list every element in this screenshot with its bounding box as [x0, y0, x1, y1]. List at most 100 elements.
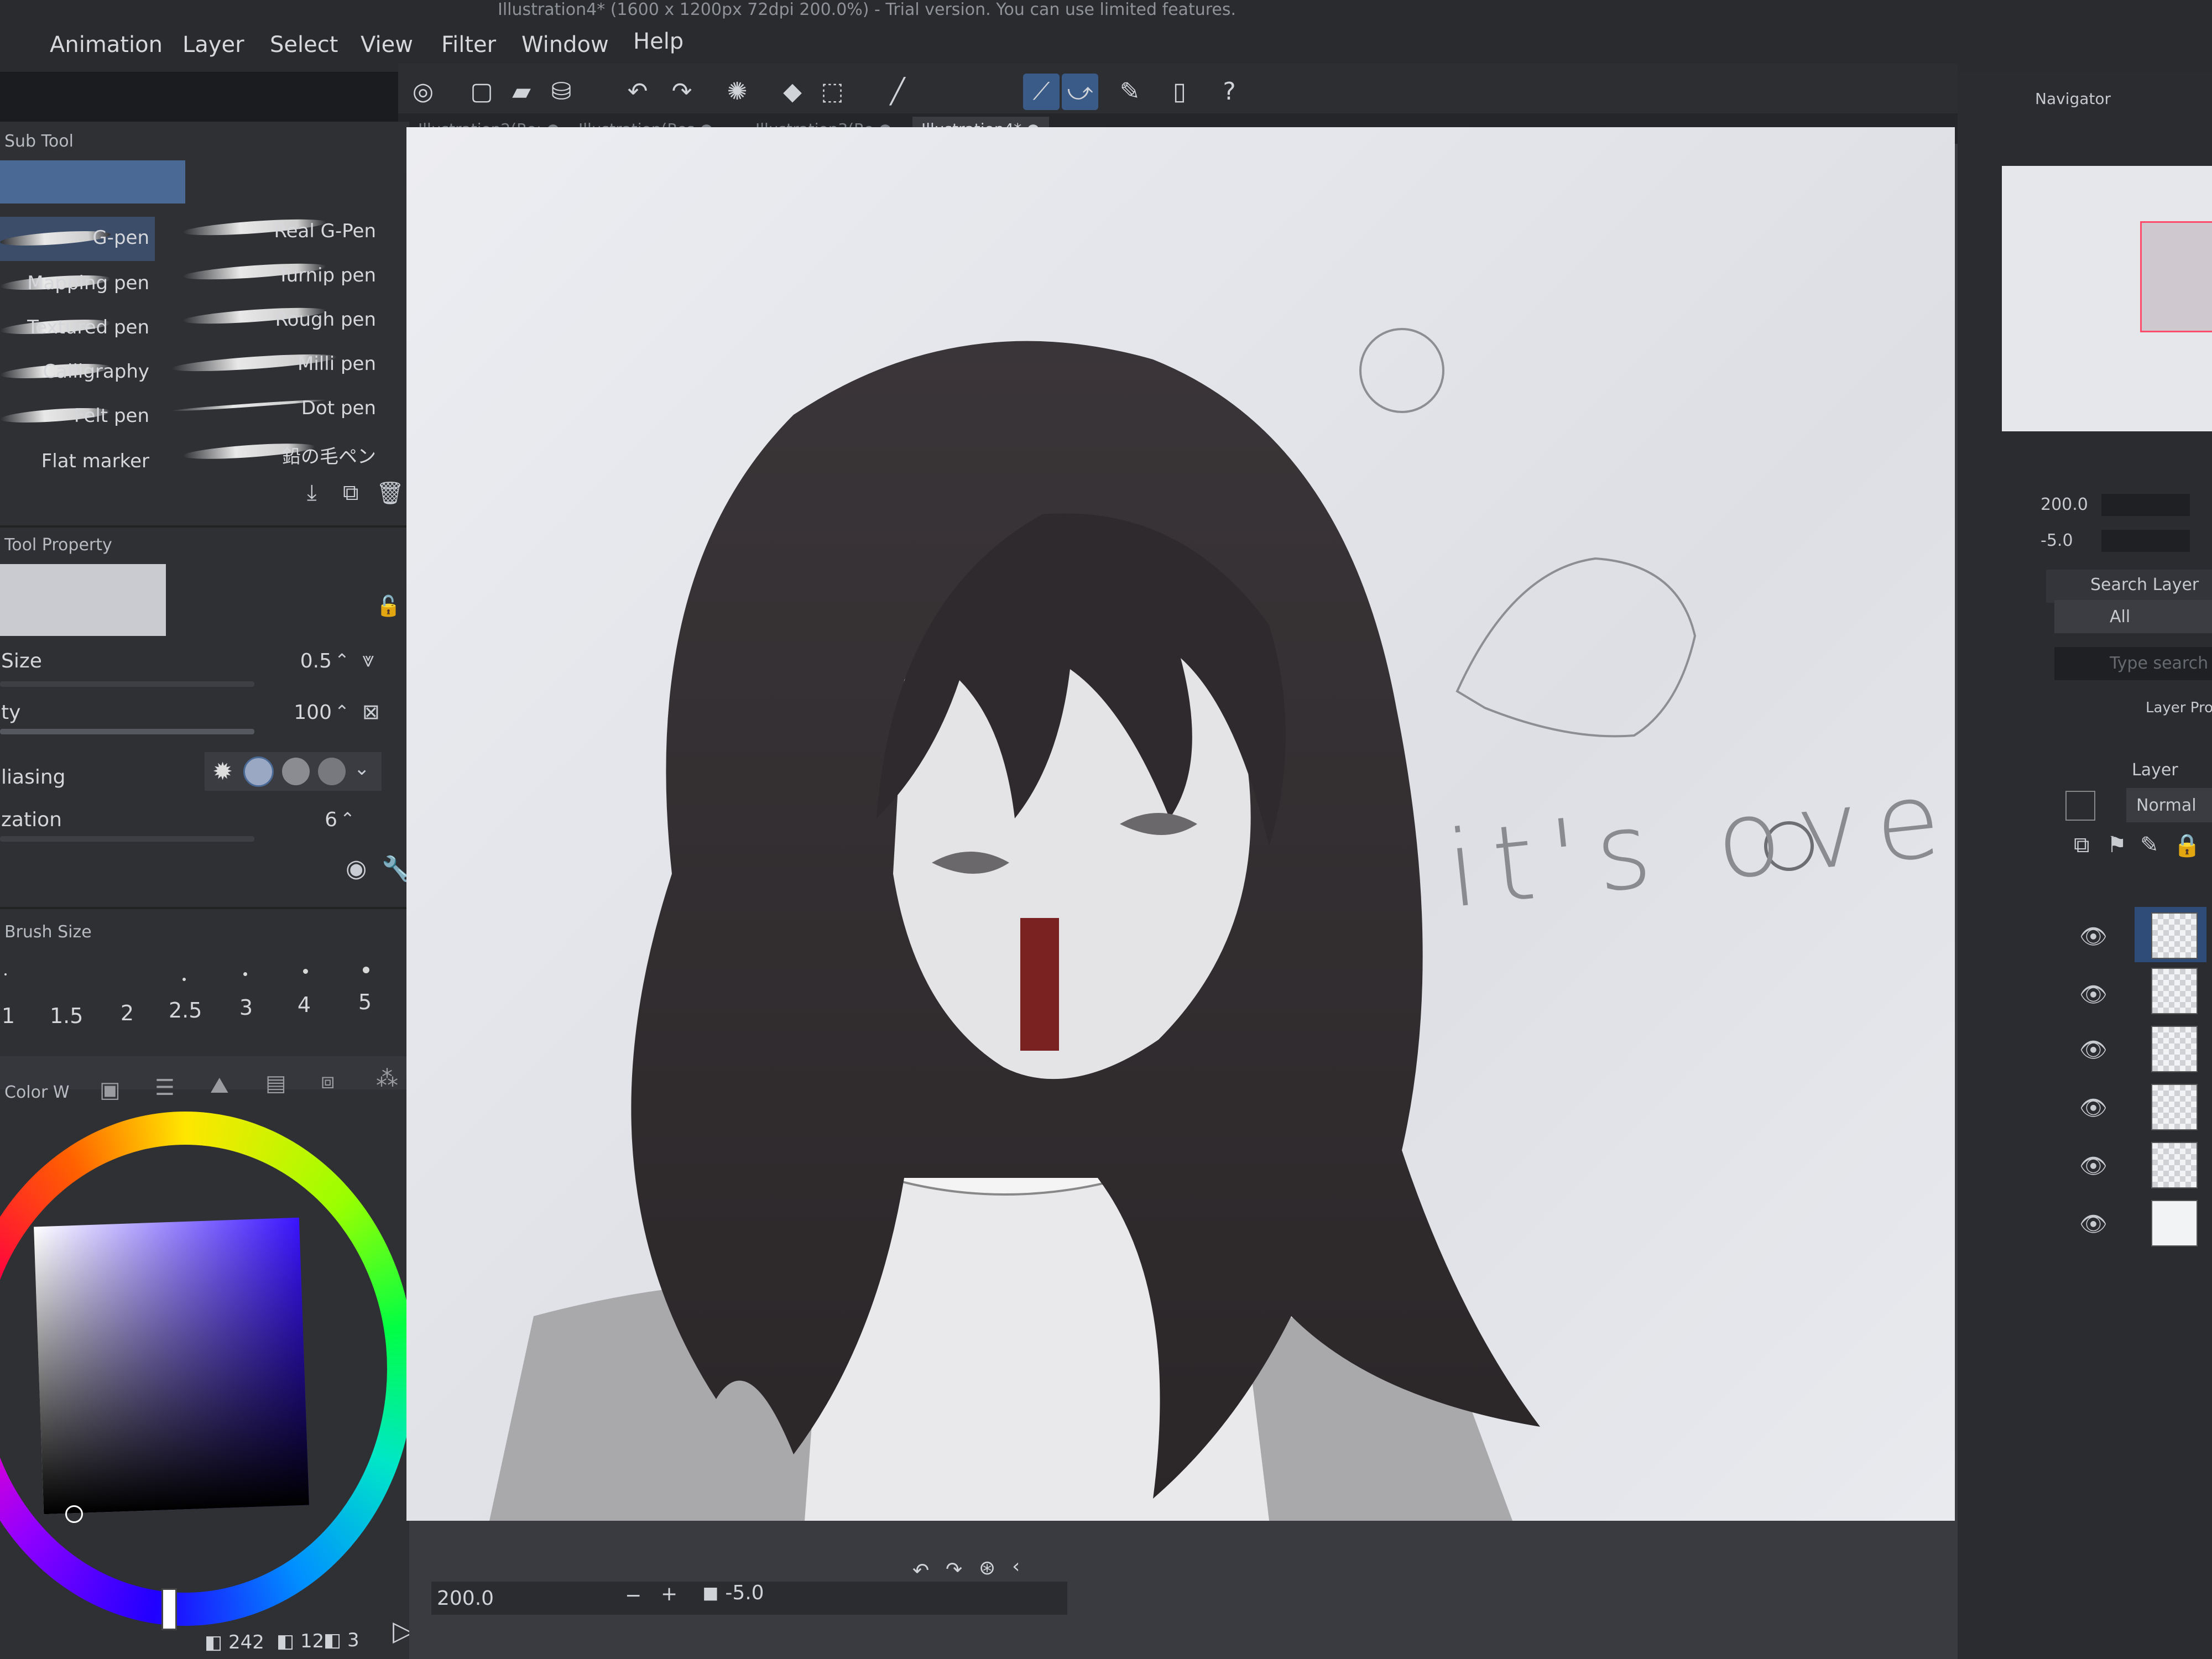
aa-none-icon[interactable]: ✹ [207, 757, 238, 787]
reference-layer-icon[interactable]: ⚑ [2107, 832, 2127, 858]
snap-ruler-icon[interactable]: ⟋ [1023, 74, 1060, 110]
rotate-right-icon[interactable]: ↷ [946, 1558, 962, 1581]
approximate-color-tab-icon[interactable]: ⁂ [376, 1066, 398, 1092]
search-layer-label[interactable]: Search Layer [2090, 575, 2199, 594]
canvas[interactable]: it's over [406, 127, 2022, 1521]
menu-select[interactable]: Select [270, 32, 338, 58]
brush-rough-pen[interactable]: Rough pen [232, 309, 376, 331]
stabilization-slider[interactable] [0, 836, 254, 842]
eye-icon[interactable]: 👁 [2079, 1037, 2107, 1063]
brush-calligraphy[interactable]: Calligraphy [6, 361, 149, 383]
brushsize-2-5[interactable]: 2.5 [169, 998, 202, 1022]
brushsize-1-5[interactable]: 1.5 [50, 1004, 83, 1028]
brushsize-4[interactable]: 4 [288, 993, 321, 1017]
pen-icon[interactable]: ✎ [1112, 74, 1148, 110]
trash-icon[interactable]: 🗑 [376, 480, 404, 506]
size-value[interactable]: 0.5 [265, 650, 332, 672]
brushsize-2[interactable]: 2 [111, 1001, 144, 1025]
blend-mode-select[interactable]: Normal [2126, 788, 2212, 822]
stabilization-stepper-icon[interactable]: ⌃ [340, 808, 355, 830]
layer-checkbox[interactable] [2065, 791, 2095, 821]
undo-icon[interactable]: ↶ [619, 74, 656, 110]
redo-icon[interactable]: ↷ [664, 74, 700, 110]
lock-layer-icon[interactable]: 🔒 [2173, 832, 2201, 858]
flip-icon[interactable]: ‹ [1012, 1555, 1020, 1578]
layer-thumbnail[interactable] [2151, 1200, 2198, 1246]
brushsize-1[interactable]: 1 [0, 1004, 25, 1028]
settings-dial-icon[interactable]: ◉ [346, 854, 367, 883]
draft-layer-icon[interactable]: ✎ [2140, 832, 2159, 858]
menu-layer[interactable]: Layer [182, 32, 244, 58]
brush-flat-marker[interactable]: Flat marker [6, 450, 149, 472]
saturation-value-square[interactable] [34, 1217, 309, 1515]
size-stepper-icon[interactable]: ⌃ [335, 650, 349, 671]
brush-textured-pen[interactable]: Textured pen [6, 316, 149, 338]
brush-felt-pen[interactable]: Felt pen [6, 405, 149, 427]
aa-weak-icon[interactable] [243, 757, 274, 787]
reset-rotation-icon[interactable]: ⊛ [979, 1557, 995, 1579]
clip-layer-icon[interactable]: ⧉ [2074, 832, 2090, 858]
tablet-icon[interactable]: ▯ [1161, 74, 1198, 110]
menu-window[interactable]: Window [521, 32, 609, 58]
navigator-angle[interactable]: -5.0 [2041, 531, 2073, 550]
navigator-zoom[interactable]: 200.0 [2041, 495, 2088, 514]
brush-gpen[interactable]: G-pen [6, 227, 149, 249]
line-disabled-icon[interactable]: ╱ [879, 74, 916, 110]
zoom-in-icon[interactable]: + [661, 1583, 677, 1605]
intermediate-color-tab-icon[interactable]: ⧈ [321, 1068, 335, 1094]
layer-filter-all[interactable] [2054, 600, 2212, 633]
lock-icon[interactable]: 🔓 [376, 594, 401, 618]
menu-filter[interactable]: Filter [441, 32, 496, 58]
help-icon[interactable]: ? [1211, 74, 1248, 110]
brush-custom-pen[interactable]: 鉛の毛ペン [232, 441, 376, 468]
eye-icon[interactable]: 👁 [2079, 982, 2107, 1008]
new-file-icon[interactable]: ▢ [463, 74, 500, 110]
brushsize-3[interactable]: 3 [229, 995, 263, 1020]
navigator-angle-slider[interactable] [2101, 530, 2190, 552]
navigator-zoom-slider[interactable] [2101, 494, 2190, 516]
menu-view[interactable]: View [361, 32, 413, 58]
antialiasing-selector[interactable]: ✹ ⌄ [205, 752, 382, 791]
color-set-tab-icon[interactable]: ⛰ [210, 1073, 229, 1098]
transform-icon[interactable]: ⬚ [814, 74, 851, 110]
open-folder-icon[interactable]: ▰ [503, 74, 540, 110]
navigator-viewport[interactable] [2140, 221, 2212, 332]
size-slider[interactable] [0, 681, 254, 687]
menu-help[interactable]: Help [633, 29, 684, 54]
eye-icon[interactable]: 👁 [2079, 1095, 2107, 1121]
chevron-down-icon[interactable]: ⌄ [354, 758, 370, 780]
app-logo-icon[interactable]: ◎ [405, 74, 441, 110]
layer-search-input[interactable]: Type search [2054, 647, 2212, 680]
brush-milli-pen[interactable]: Milli pen [232, 353, 376, 375]
save-icon[interactable]: ⛁ [543, 74, 580, 110]
aa-strong-icon[interactable] [318, 758, 346, 785]
brush-mapping-pen[interactable]: Mapping pen [6, 272, 149, 294]
duplicate-icon[interactable]: ⧉ [343, 480, 359, 505]
opacity-dynamics-icon[interactable]: ⊠ [362, 700, 380, 724]
download-icon[interactable]: ⤓ [307, 480, 317, 505]
aa-medium-icon[interactable] [282, 758, 310, 785]
eye-icon[interactable]: 👁 [2079, 924, 2107, 950]
brush-turnip-pen[interactable]: Turnip pen [232, 264, 376, 286]
layer-thumbnail[interactable] [2151, 1026, 2198, 1072]
brush-real-gpen[interactable]: Real G-Pen [232, 220, 376, 242]
fill-icon[interactable]: ◆ [774, 74, 811, 110]
color-history-tab-icon[interactable]: ▤ [265, 1071, 286, 1096]
all-label[interactable]: All [2110, 607, 2130, 627]
subtool-group-tab[interactable] [0, 160, 185, 204]
menu-animation[interactable]: Animation [50, 32, 163, 58]
hue-picker-cursor[interactable] [161, 1588, 177, 1630]
loading-icon[interactable]: ✺ [719, 74, 755, 110]
rotate-left-icon[interactable]: ↶ [912, 1559, 929, 1582]
opacity-slider[interactable] [0, 729, 254, 734]
color-slider-tab-icon[interactable]: ☰ [155, 1075, 175, 1100]
brushsize-5[interactable]: 5 [348, 990, 382, 1014]
color-wheel-title[interactable]: Color W [4, 1083, 70, 1102]
brush-dot-pen[interactable]: Dot pen [232, 397, 376, 419]
size-dynamics-icon[interactable]: ⩔ [362, 647, 374, 672]
layer-thumbnail[interactable] [2151, 912, 2198, 959]
color-tab-icon[interactable]: ▣ [100, 1077, 121, 1103]
eye-icon[interactable]: 👁 [2079, 1153, 2107, 1179]
opacity-stepper-icon[interactable]: ⌃ [335, 701, 349, 722]
stabilization-value[interactable]: 6 [271, 808, 337, 831]
